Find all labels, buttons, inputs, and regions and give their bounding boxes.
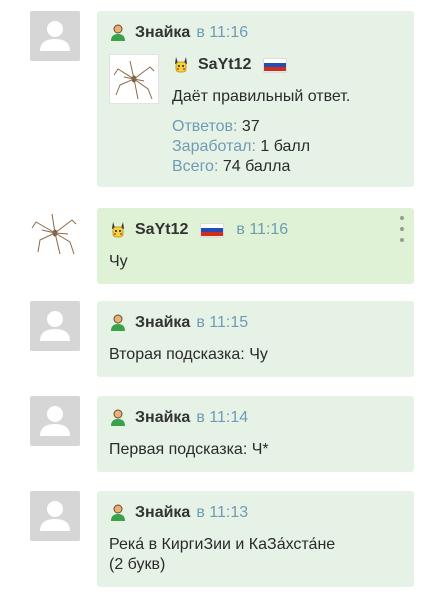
pikachu-icon: [112, 222, 124, 238]
green-user-icon: [111, 24, 125, 41]
player-header: SaYt12: [172, 54, 297, 76]
message-header: SaYt12 в 11:16: [109, 219, 288, 241]
green-user-icon: [111, 314, 125, 331]
message-time: в 11:13: [196, 504, 249, 521]
message-text: Вторая подсказка: Чу: [109, 346, 268, 363]
message-header: Знайка в 11:15: [109, 312, 248, 334]
message-time: в 11:16: [236, 221, 289, 238]
message-text-line: Река́ в КиргиЗии и КаЗа́хста́не: [109, 536, 336, 553]
default-avatar-icon[interactable]: [30, 11, 80, 61]
default-avatar-icon[interactable]: [30, 491, 80, 541]
message-time: в 11:15: [196, 314, 249, 331]
message-text: Первая подсказка: Ч*: [109, 441, 269, 458]
message-time: в 11:14: [196, 409, 249, 426]
green-user-icon: [111, 409, 125, 426]
default-avatar-icon[interactable]: [30, 396, 80, 446]
message-bubble: Знайка в 11:13 Река́ в КиргиЗии и КаЗа́х…: [97, 491, 414, 587]
spider-avatar[interactable]: [30, 208, 80, 258]
message-bubble: Знайка в 11:15 Вторая подсказка: Чу: [97, 301, 414, 377]
message-bubble: Знайка в 11:14 Первая подсказка: Ч*: [97, 396, 414, 472]
card-text: Даёт правильный ответ.: [172, 88, 351, 105]
russia-flag-icon: [263, 57, 288, 73]
message-header: Знайка в 11:16: [109, 22, 248, 44]
message-text: Чу: [109, 253, 128, 270]
author-name[interactable]: Знайка: [135, 24, 190, 42]
more-options-icon[interactable]: [398, 216, 406, 242]
author-name[interactable]: Знайка: [135, 504, 190, 522]
stat-total: Всего: 74 балла: [172, 158, 291, 175]
message-bubble: Знайка в 11:16 SaYt12 Даёт правильный от…: [97, 11, 414, 187]
stat-earned: Заработал: 1 балл: [172, 138, 311, 155]
author-name[interactable]: SaYt12: [135, 221, 188, 239]
message-time: в 11:16: [196, 24, 249, 41]
green-user-icon: [111, 504, 125, 521]
russia-flag-icon: [200, 222, 225, 238]
author-name[interactable]: Знайка: [135, 409, 190, 427]
message-header: Знайка в 11:14: [109, 407, 248, 429]
player-name[interactable]: SaYt12: [198, 56, 251, 74]
stat-answers: Ответов: 37: [172, 118, 260, 135]
author-name[interactable]: Знайка: [135, 314, 190, 332]
spider-avatar[interactable]: [109, 54, 159, 104]
pikachu-icon: [175, 57, 187, 73]
message-bubble: SaYt12 в 11:16 Чу: [97, 208, 414, 284]
default-avatar-icon[interactable]: [30, 301, 80, 351]
message-text-line: (2 букв): [109, 556, 166, 573]
message-header: Знайка в 11:13: [109, 502, 248, 524]
